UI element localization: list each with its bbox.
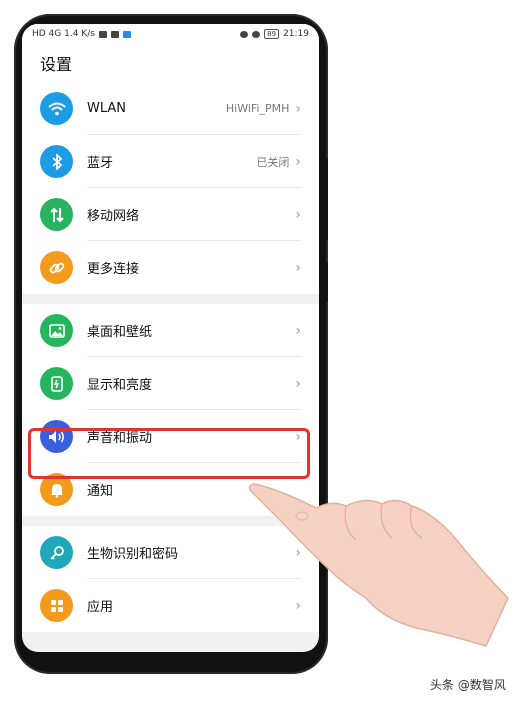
settings-item-value: 已关闭 [256,155,290,169]
chevron-right-icon: › [295,206,301,223]
settings-item-label: 桌面和壁纸 [87,325,153,340]
battery-indicator: 89 [264,29,280,39]
phone-power-button [322,158,328,240]
pointing-hand-icon [248,483,509,647]
app-notification-icon [122,30,131,38]
status-bar: HD 4G 1.4 K/s 89 21:19 [22,24,319,44]
settings-item-value: HiWiFi_PMH [225,102,290,115]
settings-item-more-connections[interactable]: 更多连接 › [22,241,319,294]
key-icon [40,536,73,569]
wallpaper-icon [40,314,73,347]
settings-item-label: 显示和亮度 [87,378,153,393]
display-icon [40,367,73,400]
apps-icon [40,589,73,622]
chevron-right-icon: › [295,322,301,339]
notification-icon [98,30,107,38]
chevron-right-icon: › [295,259,301,276]
watermark: 头条 @数智风 [430,678,506,692]
settings-group-connectivity: WLAN HiWiFi_PMH › 蓝牙 已关闭 › 移动网络 › 更多连接 › [22,82,319,294]
status-time: 21:19 [283,29,309,39]
settings-item-wlan[interactable]: WLAN HiWiFi_PMH › [22,82,319,135]
group-separator [22,294,319,304]
wifi-icon [40,92,73,125]
settings-item-home-wallpaper[interactable]: 桌面和壁纸 › [22,304,319,357]
settings-item-display-brightness[interactable]: 显示和亮度 › [22,357,319,410]
settings-item-label: 更多连接 [87,262,140,277]
settings-item-label: 移动网络 [87,209,140,224]
settings-item-label: 蓝牙 [87,156,114,171]
page-title: 设置 [22,44,319,82]
chevron-right-icon: › [295,375,301,392]
settings-item-label: WLAN [87,101,127,116]
settings-item-bluetooth[interactable]: 蓝牙 已关闭 › [22,135,319,188]
phone-volume-button [322,262,328,302]
network-indicator: HD 4G 1.4 K/s [32,29,95,39]
alarm-icon [252,30,261,38]
mail-icon [110,30,119,38]
chevron-right-icon: › [295,153,301,170]
bluetooth-icon [40,145,73,178]
highlight-frame [28,428,310,479]
mobile-data-icon [40,198,73,231]
eye-comfort-icon [240,30,249,38]
chevron-right-icon: › [295,100,301,117]
settings-item-mobile-network[interactable]: 移动网络 › [22,188,319,241]
link-icon [40,251,73,284]
